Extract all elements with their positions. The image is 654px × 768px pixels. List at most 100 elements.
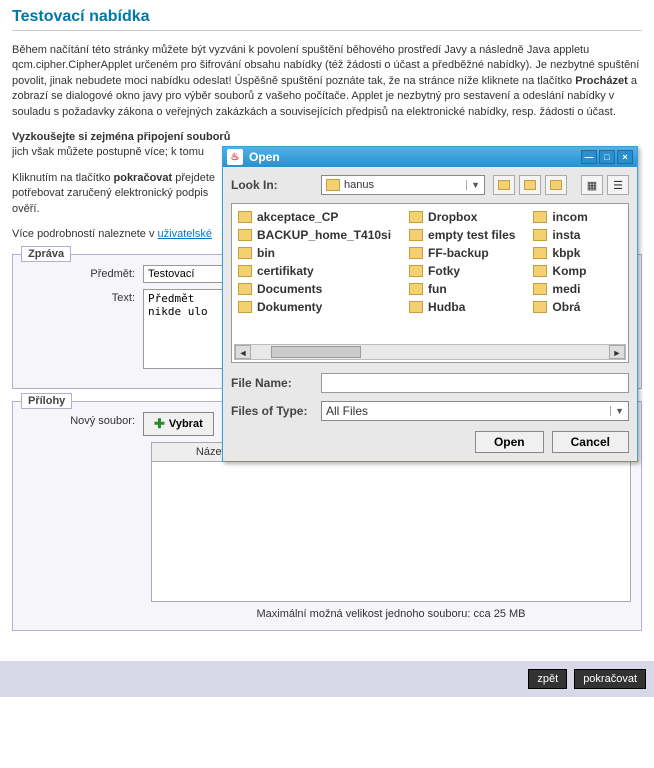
text-bold: pokračovat [114,172,173,184]
folder-icon [238,229,252,241]
scroll-left-button[interactable]: ◄ [235,345,251,359]
folder-item[interactable]: Komp [533,264,587,278]
folder-icon [409,229,423,241]
back-button[interactable]: zpět [528,669,567,689]
lookin-select[interactable]: hanus ▼ [321,175,485,195]
folder-item[interactable]: medi [533,282,587,296]
folder-name: Fotky [428,264,460,278]
close-button[interactable]: × [617,150,633,164]
intro-paragraph: Během načítání této stránky můžete být v… [12,43,642,120]
folder-icon [238,283,252,295]
folder-icon [533,247,547,259]
list-view-button[interactable]: ▦ [581,175,603,195]
folder-item[interactable]: Hudba [409,300,515,314]
folder-icon [533,283,547,295]
folder-item[interactable]: empty test files [409,228,515,242]
continue-button[interactable]: pokračovat [574,669,646,689]
folder-item[interactable]: certifikaty [238,264,391,278]
files-empty [152,462,631,602]
text-bold: Vyzkoušejte si zejména připojení souborů [12,131,230,143]
folder-item[interactable]: incom [533,210,587,224]
manual-link[interactable]: uživatelské [158,228,212,240]
folder-icon [409,265,423,277]
folder-name: fun [428,282,447,296]
file-open-dialog: ♨ Open — □ × Look In: hanus ▼ ▦ ☰ akcept [222,146,638,462]
folder-icon [533,301,547,313]
up-folder-button[interactable] [493,175,515,195]
folder-name: kbpk [552,246,580,260]
message-legend: Zpráva [21,246,71,262]
dropdown-icon: ▼ [466,180,480,190]
java-icon: ♨ [227,149,243,165]
open-button[interactable]: Open [475,431,544,453]
horizontal-scrollbar[interactable]: ◄ ► [234,344,626,360]
folder-name: Komp [552,264,586,278]
text: Během načítání této stránky můžete být v… [12,44,639,87]
folder-icon [533,265,547,277]
bottom-bar: zpět pokračovat [0,661,654,697]
scroll-track[interactable] [251,345,609,359]
minimize-button[interactable]: — [581,150,597,164]
folder-name: Dropbox [428,210,477,224]
plus-icon: ✚ [154,416,165,432]
folder-item[interactable]: Fotky [409,264,515,278]
folder-icon [238,247,252,259]
folder-name: BACKUP_home_T410si [257,228,391,242]
folder-item[interactable]: bin [238,246,391,260]
text: potřebovat zaručený elektronický podpis [12,187,208,199]
filetype-select[interactable]: All Files ▼ [321,401,629,421]
maximize-button[interactable]: □ [599,150,615,164]
scroll-right-button[interactable]: ► [609,345,625,359]
folder-icon [409,301,423,313]
folder-name: FF-backup [428,246,489,260]
folder-name: certifikaty [257,264,314,278]
text: ověří. [12,203,40,215]
folder-icon [238,301,252,313]
folder-name: empty test files [428,228,515,242]
folder-icon [409,283,423,295]
folder-item[interactable]: Documents [238,282,391,296]
folder-name: medi [552,282,580,296]
select-file-button[interactable]: ✚ Vybrat [143,412,214,436]
filetype-value: All Files [326,404,368,418]
folder-item[interactable]: insta [533,228,587,242]
file-list-area[interactable]: akceptace_CP BACKUP_home_T410sibin certifi… [231,203,629,363]
filetype-label: Files of Type: [231,404,321,418]
text: Více podrobností naleznete v [12,228,158,240]
folder-icon [533,211,547,223]
folder-item[interactable]: Obrá [533,300,587,314]
text-bold: Procházet [575,75,628,87]
folder-name: akceptace_CP [257,210,338,224]
lookin-label: Look In: [231,178,321,192]
folder-item[interactable]: fun [409,282,515,296]
attachments-legend: Přílohy [21,393,72,409]
folder-icon [238,211,252,223]
folder-icon [409,247,423,259]
folder-name: incom [552,210,587,224]
folder-icon [238,265,252,277]
folder-icon [409,211,423,223]
folder-name: Documents [257,282,322,296]
cancel-button[interactable]: Cancel [552,431,629,453]
folder-icon [326,179,340,191]
text: Kliknutím na tlačítko [12,172,114,184]
folder-item[interactable]: Dropbox [409,210,515,224]
dialog-titlebar[interactable]: ♨ Open — □ × [223,147,637,167]
text: přejdete [172,172,215,184]
subject-label: Předmět: [23,265,143,280]
folder-item[interactable]: Dokumenty [238,300,391,314]
folder-name: Hudba [428,300,465,314]
detail-view-button[interactable]: ☰ [607,175,629,195]
select-label: Vybrat [169,418,203,430]
scroll-thumb[interactable] [271,346,361,358]
folder-item[interactable]: akceptace_CP [238,210,391,224]
dialog-title-text: Open [249,150,280,164]
folder-item[interactable]: FF-backup [409,246,515,260]
new-folder-button[interactable] [545,175,567,195]
folder-item[interactable]: kbpk [533,246,587,260]
lookin-value: hanus [344,179,374,191]
home-button[interactable] [519,175,541,195]
folder-item[interactable]: BACKUP_home_T410si [238,228,391,242]
newfile-label: Nový soubor: [23,412,143,427]
filename-input[interactable] [321,373,629,393]
